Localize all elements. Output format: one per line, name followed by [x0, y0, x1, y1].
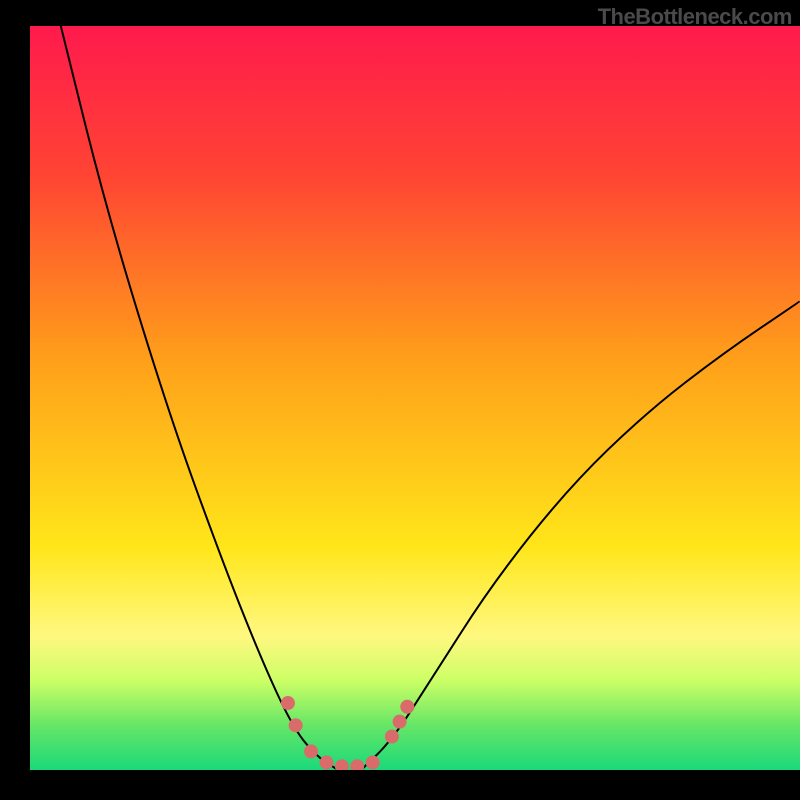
dot-7	[385, 730, 399, 744]
dot-3	[319, 756, 333, 770]
chart-background	[30, 26, 800, 770]
chart-svg	[30, 0, 800, 770]
dot-2	[304, 744, 318, 758]
dot-9	[400, 700, 414, 714]
dot-0	[281, 696, 295, 710]
bottleneck-chart	[30, 0, 800, 770]
dot-8	[393, 715, 407, 729]
watermark-text: TheBottleneck.com	[598, 4, 792, 30]
dot-1	[289, 718, 303, 732]
dot-6	[366, 756, 380, 770]
